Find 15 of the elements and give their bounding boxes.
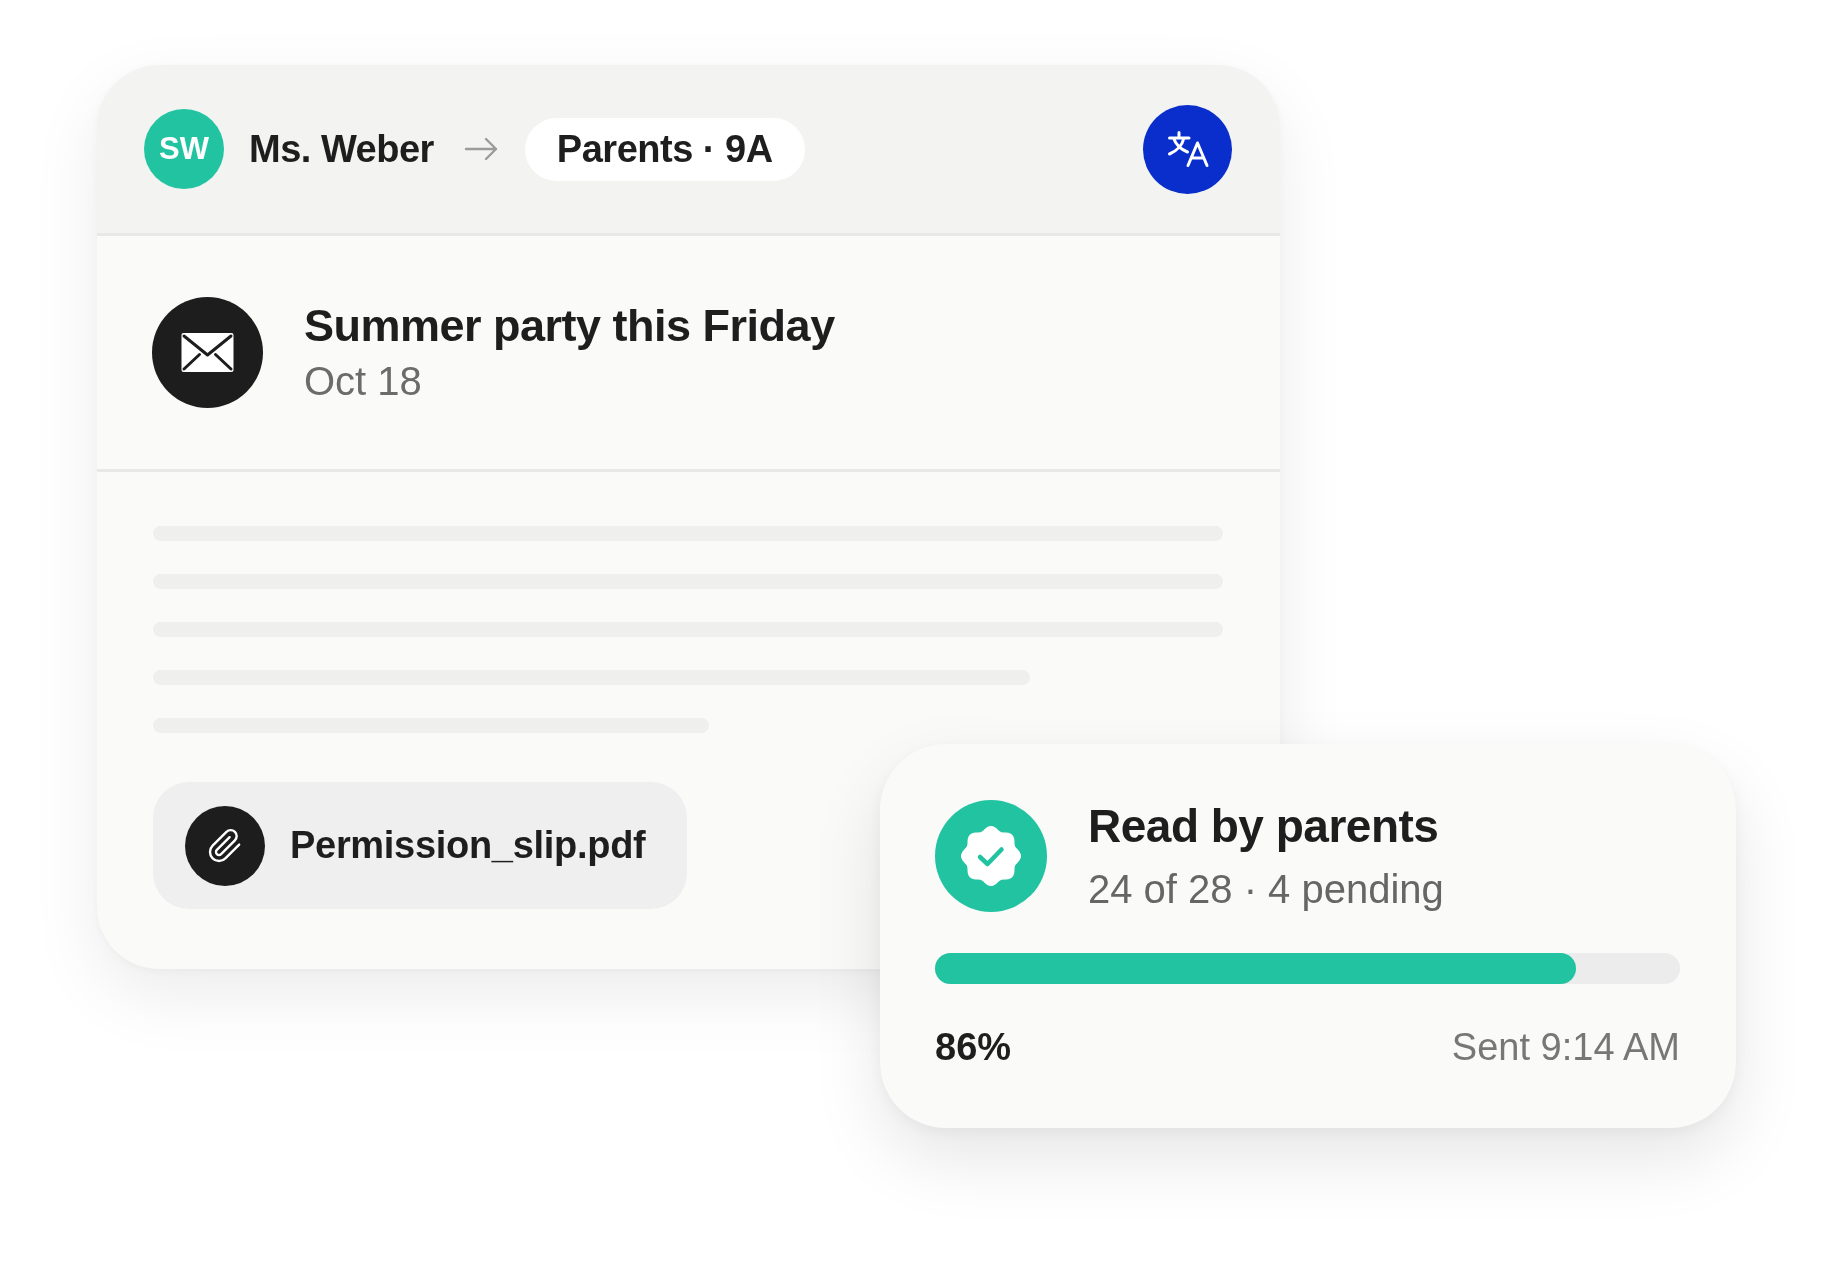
read-status-title: Read by parents xyxy=(1088,800,1439,853)
attachment-chip[interactable]: Permission_slip.pdf xyxy=(153,782,688,909)
read-summary: 24 of 28 · 4 pending xyxy=(1088,865,1444,913)
message-title: Summer party this Friday xyxy=(304,299,835,352)
progress-percent: 86% xyxy=(935,1025,1012,1069)
sent-time: Sent 9:14 AM xyxy=(1451,1025,1680,1069)
paperclip-icon xyxy=(185,805,265,886)
message-date: Oct 18 xyxy=(304,358,422,406)
sender-name: Ms. Weber xyxy=(249,127,434,171)
arrow-right-icon xyxy=(463,137,498,161)
recipient-chip: Parents · 9A xyxy=(524,117,805,181)
avatar: SW xyxy=(144,109,224,189)
verified-badge-icon xyxy=(935,800,1047,912)
translate-icon xyxy=(1166,130,1209,168)
envelope-icon xyxy=(152,297,263,408)
